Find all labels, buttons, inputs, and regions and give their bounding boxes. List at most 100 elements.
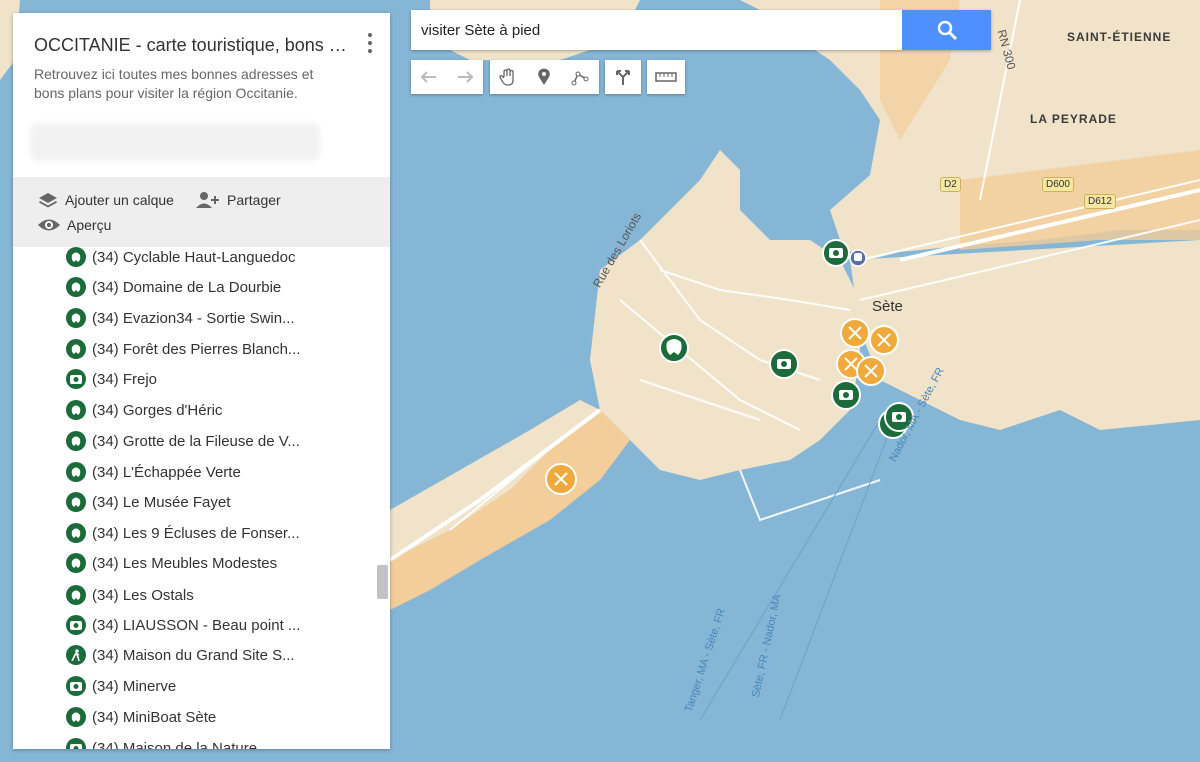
layers-icon xyxy=(39,193,57,208)
road-shield-d600: D600 xyxy=(1042,177,1074,192)
list-item[interactable]: (34) MiniBoat Sète xyxy=(66,702,216,732)
list-item-label: (34) Evazion34 - Sortie Swin... xyxy=(92,309,295,327)
hiker-icon xyxy=(66,645,86,665)
list-item[interactable]: (34) Minerve xyxy=(66,671,176,701)
list-item-label: (34) Minerve xyxy=(92,677,177,695)
list-item-label: (34) LIAUSSON - Beau point ... xyxy=(92,616,301,634)
list-item[interactable]: (34) Grotte de la Fileuse de V... xyxy=(66,426,300,456)
preview-button[interactable]: Aperçu xyxy=(37,217,111,233)
list-item-label: (34) Gorges d'Héric xyxy=(92,401,223,419)
list-item-label: (34) Les 9 Écluses de Fonser... xyxy=(92,524,300,542)
leaf-icon xyxy=(66,462,86,482)
measure-button[interactable] xyxy=(647,60,685,94)
share-button[interactable]: Partager xyxy=(195,191,281,209)
label-la-peyrade: LA PEYRADE xyxy=(1030,112,1117,126)
list-item[interactable]: (34) Gorges d'Héric xyxy=(66,395,222,425)
map-marker-leaf-1[interactable] xyxy=(659,333,689,363)
map-marker-restaurant-4[interactable] xyxy=(856,356,886,386)
label-saint-etienne: SAINT-ÉTIENNE xyxy=(1067,30,1172,44)
add-layer-label: Ajouter un calque xyxy=(65,192,174,208)
list-item[interactable]: (34) Maison du Grand Site S... xyxy=(66,640,295,670)
camera-icon xyxy=(66,615,86,635)
list-item[interactable]: (34) LIAUSSON - Beau point ... xyxy=(66,610,300,640)
more-options-icon[interactable] xyxy=(364,31,376,55)
blurred-info xyxy=(30,123,320,161)
list-item-label: (34) Grotte de la Fileuse de V... xyxy=(92,432,300,450)
leaf-icon xyxy=(66,707,86,727)
leaf-icon xyxy=(66,492,86,512)
redo-icon xyxy=(458,71,474,83)
leaf-icon xyxy=(66,553,86,573)
search-input[interactable] xyxy=(411,10,901,50)
list-item[interactable]: (34) Cyclable Haut-Languedoc xyxy=(66,247,295,272)
list-item[interactable]: (34) Les Meubles Modestes xyxy=(66,548,277,578)
directions-icon xyxy=(616,70,630,85)
directions-toolbar xyxy=(605,60,641,94)
road-shield-d2: D2 xyxy=(940,177,961,192)
leaf-icon xyxy=(66,523,86,543)
list-item-label: (34) Les Meubles Modestes xyxy=(92,554,278,572)
directions-button[interactable] xyxy=(605,60,641,94)
tools-toolbar xyxy=(490,60,599,94)
list-item-label: (34) L'Échappée Verte xyxy=(92,463,241,481)
map-marker-camera-3[interactable] xyxy=(831,380,861,410)
camera-icon xyxy=(66,738,86,749)
leaf-icon xyxy=(66,247,86,267)
list-item-label: (34) Cyclable Haut-Languedoc xyxy=(92,248,296,266)
add-person-icon xyxy=(196,192,219,208)
layer-item-list[interactable]: (34) Cyclable Haut-Languedoc (34) Domain… xyxy=(13,247,375,749)
search-icon xyxy=(937,20,957,41)
list-item-label: (34) Frejo xyxy=(92,370,158,388)
leaf-icon xyxy=(66,400,86,420)
map-marker-camera-2[interactable] xyxy=(769,349,799,379)
search-box xyxy=(411,10,991,50)
preview-label: Aperçu xyxy=(67,217,112,233)
redo-button[interactable] xyxy=(447,60,483,94)
add-layer-button[interactable]: Ajouter un calque xyxy=(37,191,174,209)
measure-toolbar xyxy=(647,60,685,94)
camera-icon xyxy=(66,369,86,389)
undo-button[interactable] xyxy=(411,60,447,94)
camera-icon xyxy=(66,676,86,696)
map-marker-camera-1[interactable] xyxy=(822,239,850,267)
leaf-icon xyxy=(66,277,86,297)
list-item-label: (34) MiniBoat Sète xyxy=(92,708,217,726)
history-toolbar xyxy=(411,60,483,94)
eye-icon xyxy=(38,219,60,231)
list-item[interactable]: (34) L'Échappée Verte xyxy=(66,457,241,487)
hand-icon xyxy=(499,68,514,86)
list-item[interactable]: (34) Les 9 Écluses de Fonser... xyxy=(66,518,300,548)
list-item-label: (34) Le Musée Fayet xyxy=(92,493,231,511)
share-label: Partager xyxy=(227,192,281,208)
list-item[interactable]: (34) Maison de la Nature xyxy=(66,733,257,749)
list-item-label: (34) Maison de la Nature xyxy=(92,739,258,750)
list-item-label: (34) Domaine de La Dourbie xyxy=(92,278,282,296)
list-item[interactable]: (34) Frejo xyxy=(66,364,157,394)
marker-icon xyxy=(538,68,550,85)
map-marker-restaurant-1[interactable] xyxy=(840,318,870,348)
add-marker-button[interactable] xyxy=(526,60,562,94)
road-shield-d612: D612 xyxy=(1084,194,1116,209)
pan-button[interactable] xyxy=(490,60,526,94)
list-item[interactable]: (34) Le Musée Fayet xyxy=(66,487,230,517)
map-details-panel: OCCITANIE - carte touristique, bons plan… xyxy=(13,13,390,749)
list-item[interactable]: (34) Les Ostals xyxy=(66,580,194,610)
map-marker-restaurant-5[interactable] xyxy=(545,463,577,495)
list-item[interactable]: (34) Domaine de La Dourbie xyxy=(66,272,281,302)
polyline-icon xyxy=(571,71,589,86)
map-marker-restaurant-2[interactable] xyxy=(869,325,899,355)
list-item-label: (34) Maison du Grand Site S... xyxy=(92,646,295,664)
list-item[interactable]: (34) Forêt des Pierres Blanch... xyxy=(66,334,300,364)
label-sete: Sète xyxy=(872,298,903,315)
undo-icon xyxy=(420,71,436,83)
search-button[interactable] xyxy=(902,10,991,50)
list-item[interactable]: (34) Evazion34 - Sortie Swin... xyxy=(66,303,295,333)
map-marker-transit[interactable] xyxy=(849,249,867,267)
map-description[interactable]: Retrouvez ici toutes mes bonnes adresses… xyxy=(34,65,344,103)
panel-header: OCCITANIE - carte touristique, bons plan… xyxy=(13,13,390,177)
leaf-icon xyxy=(66,585,86,605)
draw-line-button[interactable] xyxy=(562,60,598,94)
map-title[interactable]: OCCITANIE - carte touristique, bons plan… xyxy=(34,35,349,56)
panel-scrollbar[interactable] xyxy=(377,565,388,599)
leaf-icon xyxy=(66,308,86,328)
